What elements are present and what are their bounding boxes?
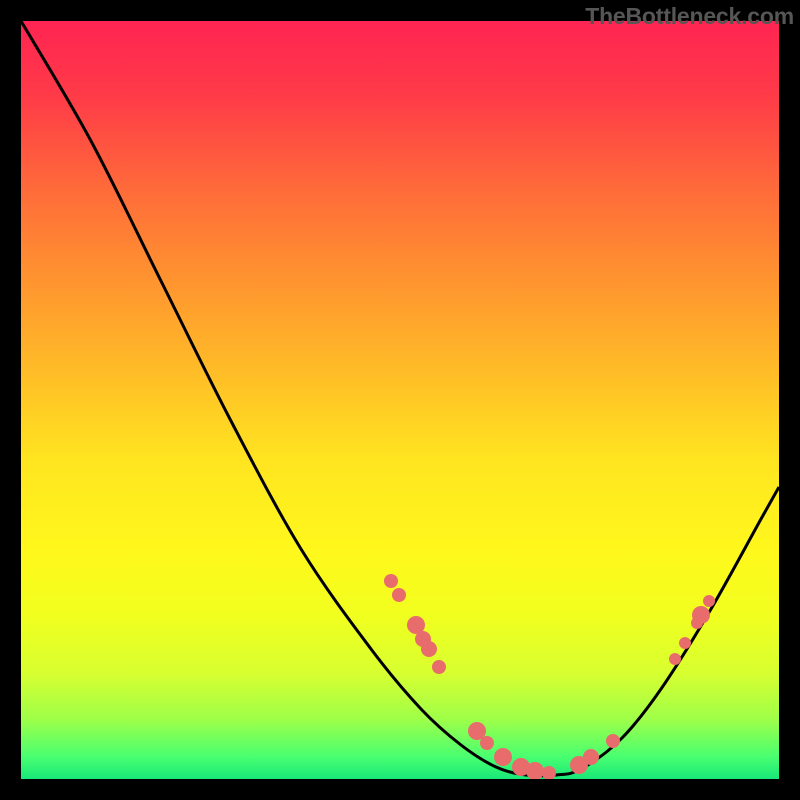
data-marker (679, 637, 691, 649)
data-marker (494, 748, 512, 766)
data-marker (526, 762, 544, 779)
data-marker (692, 606, 710, 624)
data-marker (512, 758, 530, 776)
data-marker (384, 574, 398, 588)
data-marker (570, 756, 588, 774)
data-marker (669, 653, 681, 665)
data-marker (407, 616, 425, 634)
plot-area (21, 21, 779, 779)
data-marker (691, 617, 703, 629)
chart-container: TheBottleneck.com (0, 0, 800, 800)
data-marker (606, 734, 620, 748)
data-marker (583, 749, 599, 765)
data-marker (415, 631, 431, 647)
data-marker (421, 641, 437, 657)
chart-svg (21, 21, 779, 779)
data-marker (432, 660, 446, 674)
data-marker (392, 588, 406, 602)
data-marker (480, 736, 494, 750)
data-marker (703, 595, 715, 607)
data-marker (468, 722, 486, 740)
watermark-text: TheBottleneck.com (585, 3, 794, 30)
markers-group (384, 574, 715, 779)
data-marker (542, 766, 556, 779)
curve-path (21, 21, 779, 776)
